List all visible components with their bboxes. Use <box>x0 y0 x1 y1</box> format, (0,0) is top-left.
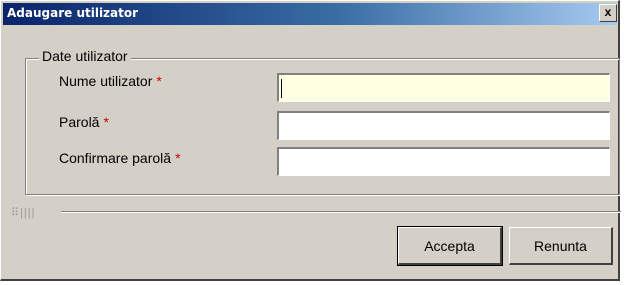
username-input[interactable] <box>277 73 610 102</box>
close-icon: x <box>604 5 612 19</box>
required-marker: * <box>103 114 109 130</box>
window-title: Adaugare utilizator <box>7 6 139 20</box>
confirm-password-input[interactable] <box>277 147 610 176</box>
required-marker: * <box>156 73 162 89</box>
confirm-password-label: Confirmare parolă * <box>59 150 181 166</box>
add-user-dialog: Adaugare utilizator x Date utilizator Nu… <box>0 0 621 281</box>
password-input[interactable] <box>277 111 610 140</box>
accept-button[interactable]: Accepta <box>397 226 503 266</box>
resize-grip-icon: ⠿|||| <box>11 207 36 219</box>
group-legend: Date utilizator <box>39 48 131 64</box>
close-button[interactable]: x <box>599 4 617 22</box>
cancel-button[interactable]: Renunta <box>509 227 613 265</box>
password-label: Parolă * <box>59 114 109 130</box>
title-bar[interactable]: Adaugare utilizator x <box>3 3 617 25</box>
text-caret <box>281 79 282 98</box>
required-marker: * <box>175 150 181 166</box>
footer-separator <box>61 211 621 213</box>
username-label: Nume utilizator * <box>59 73 162 89</box>
